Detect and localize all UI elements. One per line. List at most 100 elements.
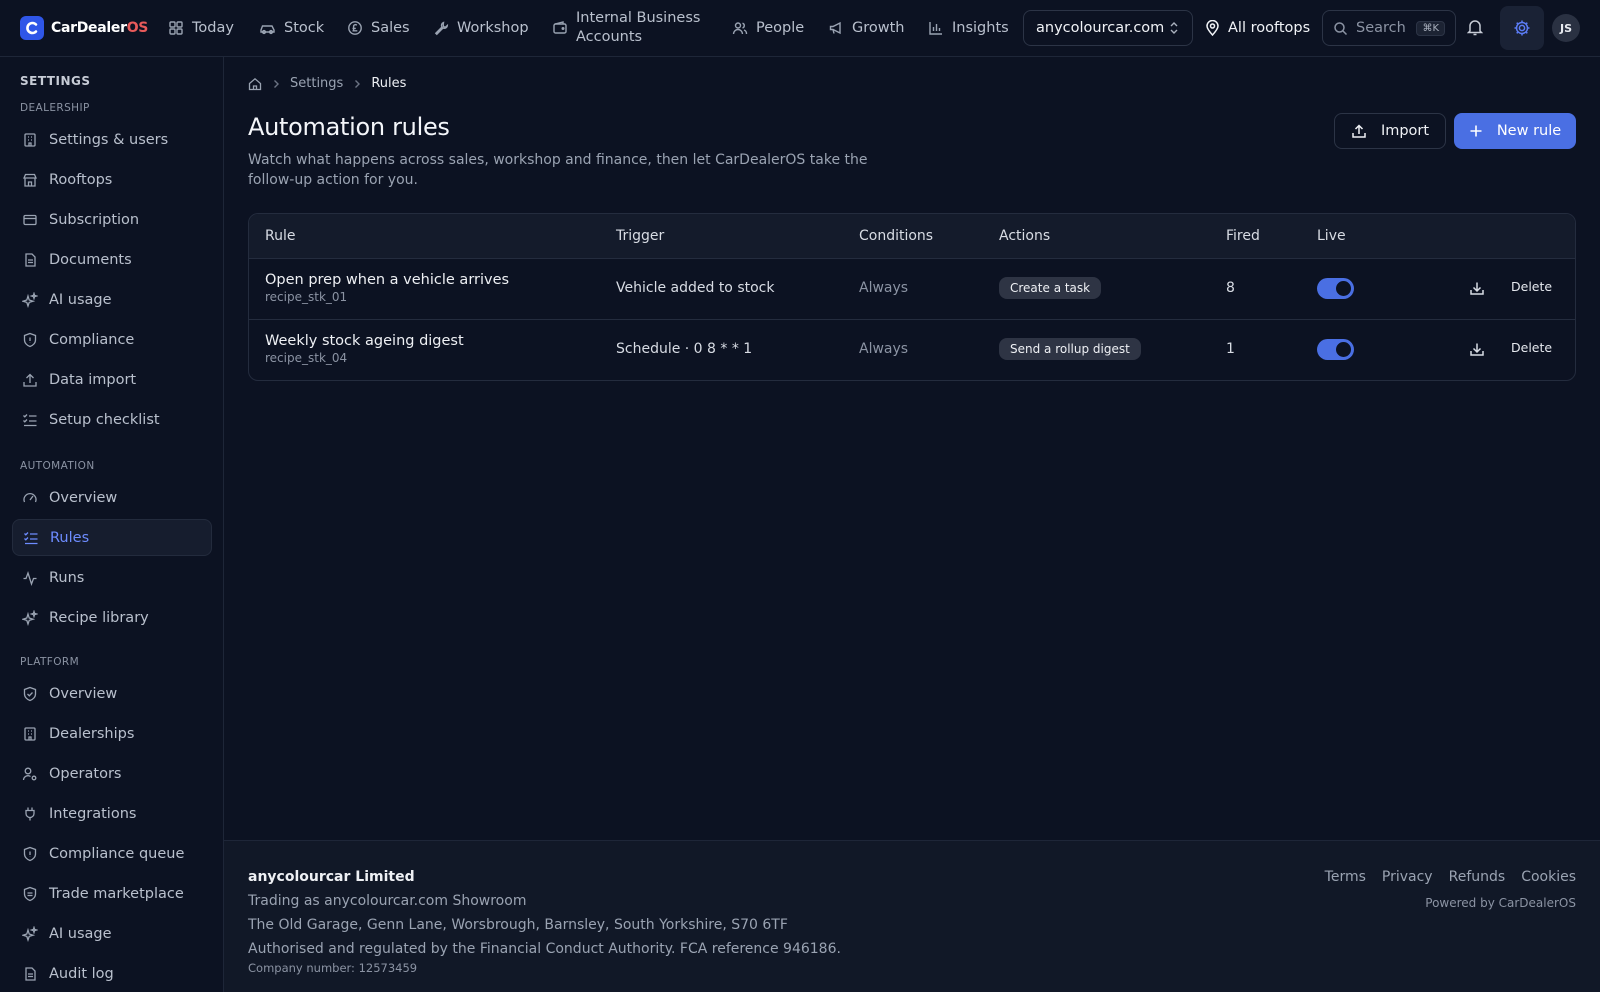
sidebar-item-trade-marketplace[interactable]: Trade marketplace <box>12 875 212 912</box>
avatar[interactable]: JS <box>1552 14 1580 42</box>
upload-icon <box>1351 123 1367 139</box>
sidebar-item-dealerships[interactable]: Dealerships <box>12 715 212 752</box>
sidebar-item-compliance-queue[interactable]: Compliance queue <box>12 835 212 872</box>
rules-table: Rule Trigger Conditions Actions Fired Li… <box>248 213 1576 381</box>
import-button[interactable]: Import <box>1334 113 1446 149</box>
sidebar-item-rooftops[interactable]: Rooftops <box>12 161 212 198</box>
new-rule-button[interactable]: New rule <box>1454 113 1576 149</box>
store-icon <box>22 172 38 188</box>
nav-sales-label: Sales <box>371 20 410 36</box>
table-row[interactable]: Weekly stock ageing digest recipe_stk_04… <box>249 320 1575 380</box>
table-header-row: Rule Trigger Conditions Actions Fired Li… <box>249 214 1575 259</box>
sidebar-item-runs[interactable]: Runs <box>12 559 212 596</box>
credit-card-icon <box>22 212 38 228</box>
wallet-icon <box>552 20 568 36</box>
sidebar-item-settings-users[interactable]: Settings & users <box>12 121 212 158</box>
building-icon <box>22 132 38 148</box>
sparkles-icon <box>22 609 38 626</box>
sidebar-item-compliance[interactable]: Compliance <box>12 321 212 358</box>
sidebar-item-recipe-library[interactable]: Recipe library <box>12 599 212 636</box>
sidebar-item-data-import[interactable]: Data import <box>12 361 212 398</box>
sidebar-item-audit-log[interactable]: Audit log <box>12 955 212 992</box>
toggle-switch[interactable] <box>1317 339 1354 360</box>
rule-id: recipe_stk_01 <box>265 290 348 304</box>
chevron-right-icon <box>272 79 280 89</box>
sidebar-item-operators[interactable]: Operators <box>12 755 212 792</box>
search-icon <box>1333 21 1348 36</box>
nav-today-label: Today <box>192 20 234 36</box>
nav-today[interactable]: Today <box>168 0 234 56</box>
page-title: Automation rules <box>248 113 450 141</box>
nav-growth[interactable]: Growth <box>828 0 905 56</box>
nav-workshop[interactable]: Workshop <box>433 0 529 56</box>
users-icon <box>732 20 748 36</box>
sparkles-icon <box>22 925 38 942</box>
sidebar-item-setup-checklist[interactable]: Setup checklist <box>12 401 212 438</box>
brand-name-main: CarDealer <box>51 20 127 36</box>
sparkles-icon <box>22 291 38 308</box>
sidebar-item-platform-overview[interactable]: Overview <box>12 675 212 712</box>
sidebar-item-subscription[interactable]: Subscription <box>12 201 212 238</box>
sidebar-item-documents[interactable]: Documents <box>12 241 212 278</box>
nav-sales[interactable]: Sales <box>347 0 410 56</box>
footer-link-terms[interactable]: Terms <box>1325 869 1366 885</box>
megaphone-icon <box>828 20 844 36</box>
sidebar-item-label: Trade marketplace <box>49 885 184 902</box>
column-header-fired: Fired <box>1226 228 1260 244</box>
page-footer: anycolourcar Limited Trading as anycolou… <box>224 840 1600 992</box>
bell-icon[interactable] <box>1467 18 1483 36</box>
sidebar-item-label: Data import <box>49 371 137 388</box>
site-selector[interactable]: anycolourcar.com <box>1023 10 1193 46</box>
rule-name[interactable]: Weekly stock ageing digest <box>265 333 464 349</box>
nav-insights[interactable]: Insights <box>928 0 1009 56</box>
sidebar-title: SETTINGS <box>20 74 91 88</box>
toggle-knob <box>1336 281 1351 296</box>
search-input[interactable]: Search ⌘K <box>1322 10 1456 46</box>
footer-link-privacy[interactable]: Privacy <box>1382 869 1433 885</box>
footer-links: Terms Privacy Refunds Cookies <box>1325 869 1576 885</box>
download-icon[interactable] <box>1469 280 1485 296</box>
footer-link-cookies[interactable]: Cookies <box>1521 869 1576 885</box>
sidebar-item-ai-usage[interactable]: AI usage <box>12 281 212 318</box>
sidebar-item-label: Documents <box>49 251 132 268</box>
checklist-icon <box>22 412 38 428</box>
rooftops-selector[interactable]: All rooftops <box>1205 0 1310 56</box>
user-cog-icon <box>22 766 38 782</box>
nav-insights-label: Insights <box>952 20 1009 36</box>
sidebar-item-integrations[interactable]: Integrations <box>12 795 212 832</box>
sidebar-item-automation-overview[interactable]: Overview <box>12 479 212 516</box>
footer-link-refunds[interactable]: Refunds <box>1449 869 1506 885</box>
sidebar-item-label: Subscription <box>49 211 140 228</box>
rule-name[interactable]: Open prep when a vehicle arrives <box>265 272 509 288</box>
live-toggle[interactable] <box>1317 278 1354 299</box>
rooftops-label: All rooftops <box>1228 20 1311 36</box>
upload-icon <box>22 372 38 388</box>
download-icon[interactable] <box>1469 341 1485 357</box>
breadcrumb-settings[interactable]: Settings <box>290 76 343 91</box>
live-toggle[interactable] <box>1317 339 1354 360</box>
chevron-right-icon <box>353 79 361 89</box>
trigger-cell: Schedule · 0 8 * * 1 <box>616 341 753 357</box>
search-shortcut: ⌘K <box>1416 20 1445 36</box>
toggle-switch[interactable] <box>1317 278 1354 299</box>
sidebar-item-label: Integrations <box>49 805 137 822</box>
action-pill: Send a rollup digest <box>999 338 1141 360</box>
column-header-live: Live <box>1317 228 1346 244</box>
sidebar-item-platform-ai-usage[interactable]: AI usage <box>12 915 212 952</box>
table-row[interactable]: Open prep when a vehicle arrives recipe_… <box>249 259 1575 320</box>
column-header-rule: Rule <box>265 228 296 244</box>
sidebar-item-rules[interactable]: Rules <box>12 519 212 556</box>
sidebar-item-label: Runs <box>49 569 85 586</box>
nav-people[interactable]: People <box>732 0 804 56</box>
settings-button[interactable] <box>1500 6 1544 50</box>
shield-tag-icon <box>22 886 38 902</box>
top-navigation-bar: CarDealerOS Today Stock Sales Workshop I… <box>0 0 1600 57</box>
delete-button[interactable]: Delete <box>1511 279 1552 294</box>
brand[interactable]: CarDealerOS <box>20 16 148 40</box>
delete-button[interactable]: Delete <box>1511 340 1552 355</box>
nav-stock[interactable]: Stock <box>259 0 324 56</box>
nav-stock-label: Stock <box>284 20 325 36</box>
home-icon[interactable] <box>248 77 262 91</box>
sidebar-item-label: Dealerships <box>49 725 135 742</box>
nav-internal-business-accounts[interactable]: Internal Business Accounts <box>552 0 706 56</box>
